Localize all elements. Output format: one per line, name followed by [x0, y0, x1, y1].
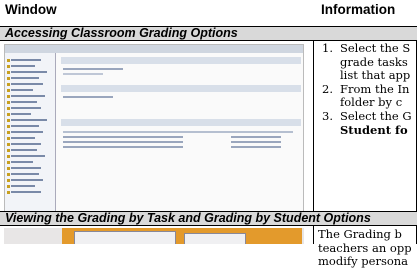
viewing-line-3: modify persona — [318, 254, 409, 268]
screenshot-grading-by-task — [4, 228, 304, 244]
step-2-line-1: From the In — [340, 81, 410, 96]
step-1-line-2: grade tasks — [340, 54, 408, 69]
step-1-line-3: list that app — [340, 68, 411, 83]
section-title-viewing: Viewing the Grading by Task and Grading … — [5, 211, 371, 225]
screenshot-tree-panel — [5, 53, 56, 215]
step-3-line-1: Select the G — [340, 109, 412, 123]
viewing-line-2: teachers an opp — [318, 240, 412, 255]
header-information: Information — [321, 2, 396, 17]
section-header-viewing: Viewing the Grading by Task and Grading … — [0, 211, 417, 226]
screenshot-content-area — [61, 57, 301, 207]
section-header-accessing: Accessing Classroom Grading Options — [0, 26, 417, 41]
section-title-accessing: Accessing Classroom Grading Options — [5, 26, 238, 40]
step-3-line-2: Student fo — [340, 122, 408, 137]
step-2-line-2: folder by c — [340, 95, 403, 110]
viewing-line-1: The Grading b — [318, 227, 402, 241]
screenshot-grading-options — [4, 44, 304, 216]
header-window: Window — [5, 2, 57, 17]
screenshot-toolbar — [5, 45, 303, 53]
step-1-line-1: Select the S — [340, 41, 411, 55]
